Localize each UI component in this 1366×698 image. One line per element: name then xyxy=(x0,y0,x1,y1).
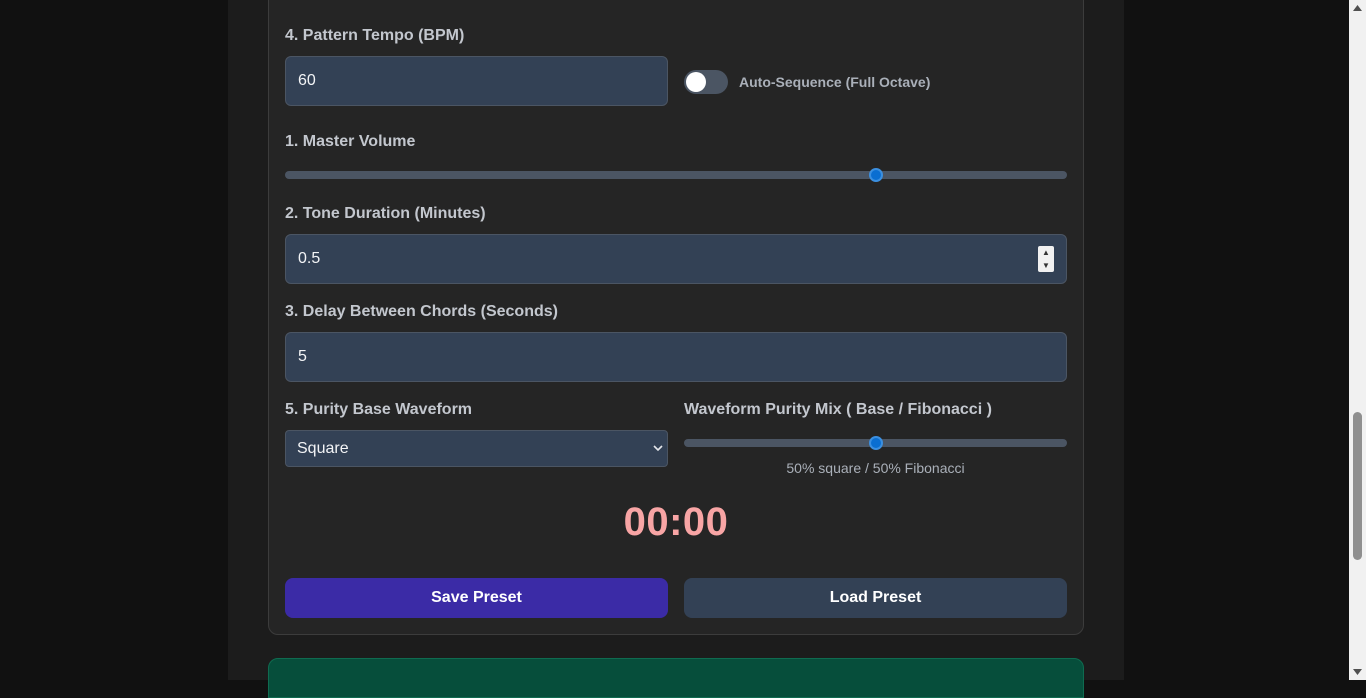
tempo-input[interactable]: 60 xyxy=(285,56,668,106)
master-volume-slider[interactable] xyxy=(285,171,1067,179)
tempo-label: 4. Pattern Tempo (BPM) xyxy=(285,27,465,44)
delay-input[interactable]: 5 xyxy=(285,332,1067,382)
load-preset-button[interactable]: Load Preset xyxy=(684,578,1067,618)
tone-duration-input[interactable]: 0.5 xyxy=(285,234,1067,284)
number-stepper[interactable]: ▲ ▼ xyxy=(1038,246,1054,272)
auto-sequence-toggle[interactable] xyxy=(684,70,728,94)
waveform-select[interactable]: Square xyxy=(285,430,668,467)
waveform-selected-value: Square xyxy=(297,439,349,457)
auto-sequence-label: Auto-Sequence (Full Octave) xyxy=(739,74,931,90)
master-volume-label: 1. Master Volume xyxy=(285,133,416,150)
delay-label: 3. Delay Between Chords (Seconds) xyxy=(285,303,558,320)
save-preset-button[interactable]: Save Preset xyxy=(285,578,668,618)
toggle-knob xyxy=(686,72,706,92)
waveform-label: 5. Purity Base Waveform xyxy=(285,401,473,418)
next-section-card xyxy=(268,658,1084,698)
purity-mix-thumb[interactable] xyxy=(868,436,883,450)
scroll-down-icon[interactable] xyxy=(1352,667,1363,677)
timer-display: 00:00 xyxy=(623,500,729,544)
tone-duration-label: 2. Tone Duration (Minutes) xyxy=(285,205,486,222)
stepper-down-icon[interactable]: ▼ xyxy=(1042,261,1050,270)
chevron-down-icon xyxy=(653,445,663,452)
scroll-up-icon[interactable] xyxy=(1352,3,1363,13)
scrollbar[interactable] xyxy=(1349,0,1366,680)
purity-mix-caption: 50% square / 50% Fibonacci xyxy=(786,460,965,476)
stepper-up-icon[interactable]: ▲ xyxy=(1042,248,1050,257)
purity-mix-label: Waveform Purity Mix ( Base / Fibonacci ) xyxy=(684,401,992,418)
master-volume-thumb[interactable] xyxy=(868,168,883,182)
scrollbar-thumb[interactable] xyxy=(1353,412,1362,560)
